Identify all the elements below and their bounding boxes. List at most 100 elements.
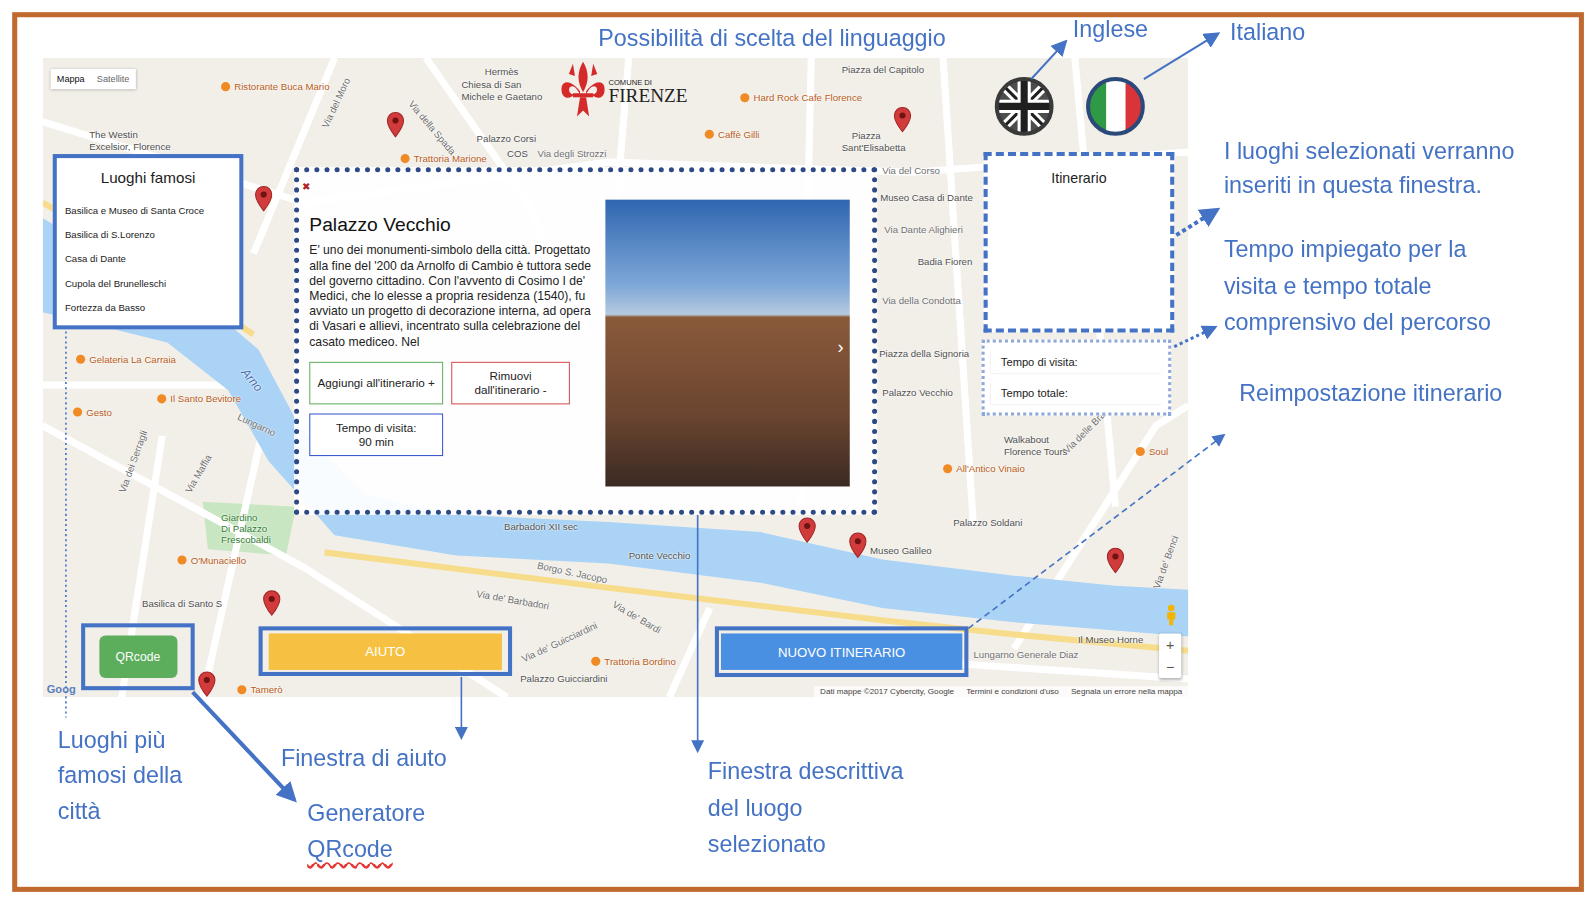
language-button[interactable] bbox=[994, 76, 1055, 137]
map-label: Michele e Gaetano bbox=[461, 91, 542, 102]
annotation-arrows bbox=[0, 0, 1590, 900]
place-actions: Aggiungi all'itinerario +Rimuovi dall'it… bbox=[309, 362, 593, 456]
map-pin-icon[interactable] bbox=[198, 671, 216, 697]
map-label: Tamerò bbox=[237, 684, 282, 695]
famous-places-panel: Luoghi famosiBasilica e Museo di Santa C… bbox=[53, 154, 244, 329]
road bbox=[943, 58, 973, 527]
map-label: All'Antico Vinaio bbox=[943, 463, 1025, 474]
map-type-button[interactable]: Mappa bbox=[51, 69, 91, 89]
help-annotation: Finestra di aiuto bbox=[281, 743, 447, 773]
map-label: Frescobaldi bbox=[221, 534, 271, 545]
map-pin-icon[interactable] bbox=[893, 106, 911, 132]
famous-place-item[interactable]: Casa di Dante bbox=[65, 247, 231, 271]
help-button[interactable]: AIUTO bbox=[269, 633, 502, 669]
famous-places-list: Basilica e Museo di Santa CroceBasilica … bbox=[65, 199, 231, 321]
close-button[interactable]: ✖ bbox=[302, 180, 310, 191]
map-label: Hard Rock Cafe Florence bbox=[740, 92, 862, 103]
new-itinerary-highlight: NUOVO ITINERARIO bbox=[715, 626, 969, 677]
italian-arrow bbox=[1144, 34, 1217, 79]
map-pin-icon[interactable] bbox=[255, 185, 273, 211]
map-label: Piazza della Signoria bbox=[879, 348, 969, 359]
map-label: Palazzo Guicciardini bbox=[520, 673, 607, 684]
map-label: Walkabout bbox=[1004, 434, 1049, 445]
next-photo-button[interactable]: › bbox=[838, 336, 844, 357]
zoom-control: +− bbox=[1159, 633, 1181, 678]
language-button[interactable] bbox=[1085, 76, 1146, 137]
itinerary-annotation: I luoghi selezionati verrannoinseriti in… bbox=[1224, 135, 1514, 202]
map-label: Via della Condotta bbox=[882, 295, 961, 306]
famous-annotation: Luoghi piùfamosi dellacittà bbox=[58, 723, 182, 829]
attribution-link[interactable]: Dati mappe ©2017 Cybercity, Google bbox=[820, 687, 954, 696]
restaurant-icon bbox=[76, 355, 85, 364]
new-itinerary-button[interactable]: NUOVO ITINERARIO bbox=[721, 633, 962, 669]
fleur-de-lis-icon bbox=[560, 60, 607, 125]
map-label: O'Munaciello bbox=[177, 554, 246, 565]
visit-time-badge: Tempo di visita:90 min bbox=[309, 414, 443, 457]
reset-arrow bbox=[968, 436, 1223, 629]
language-annotation: Possibilità di scelta del linguaggio bbox=[598, 22, 945, 52]
remove-button[interactable]: Rimuovi dall'itinerario - bbox=[451, 362, 570, 405]
map-label: Sant'Elisabetta bbox=[842, 142, 906, 153]
page: Ristorante Buca Mario Hermès Chiesa di San… bbox=[0, 0, 1590, 900]
map-label: Museo Casa di Dante bbox=[880, 192, 973, 203]
map-label: Hermès bbox=[485, 66, 519, 77]
restaurant-icon bbox=[237, 685, 246, 694]
pegman-icon[interactable] bbox=[1164, 604, 1178, 626]
park-area bbox=[203, 502, 296, 556]
map-label: Museo Galileo bbox=[870, 545, 932, 556]
restaurant-icon bbox=[705, 130, 714, 139]
map-label: COS bbox=[507, 148, 528, 159]
qr-highlight: QRcode bbox=[81, 623, 195, 690]
zoom-button[interactable]: + bbox=[1159, 633, 1181, 655]
map-pin-icon[interactable] bbox=[798, 517, 816, 543]
description-arrow bbox=[697, 515, 699, 750]
restaurant-icon bbox=[943, 464, 952, 473]
map-pin-icon[interactable] bbox=[1106, 547, 1124, 573]
map-label: Barbadori XII sec bbox=[504, 521, 578, 532]
map-label: Ristorante Buca Mario bbox=[221, 81, 329, 92]
qrcode-button[interactable]: QRcode bbox=[99, 635, 177, 678]
map-type-button[interactable]: Satellite bbox=[91, 69, 136, 89]
total-time: Tempo totale: bbox=[991, 382, 1162, 404]
place-description-window: ✖ Palazzo Vecchio E' uno dei monumenti-sim… bbox=[294, 167, 877, 515]
annotated-screenshot: Ristorante Buca Mario Hermès Chiesa di San… bbox=[0, 0, 1590, 900]
place-description: E' uno dei monumenti-simbolo della città… bbox=[309, 243, 593, 349]
map-pin-icon[interactable] bbox=[849, 532, 867, 558]
restaurant-icon bbox=[221, 82, 230, 91]
panel-title: Itinerario bbox=[988, 170, 1171, 186]
map-label: Di Palazzo bbox=[221, 523, 267, 534]
map-label: Palazzo Soldani bbox=[953, 517, 1022, 528]
attribution-link[interactable]: Termini e condizioni d'uso bbox=[966, 687, 1059, 696]
times-arrow bbox=[1174, 327, 1215, 346]
famous-place-item[interactable]: Fortezza da Basso bbox=[65, 296, 231, 320]
map-label: Piazza bbox=[852, 130, 881, 141]
place-title: Palazzo Vecchio bbox=[309, 214, 593, 236]
comune-logo: COMUNE DIFIRENZE bbox=[560, 60, 688, 125]
times-annotation: Tempo impiegato per lavisita e tempo tot… bbox=[1224, 231, 1491, 340]
map-label: Ponte Vecchio bbox=[629, 550, 691, 561]
map-label: Trattoria Bordino bbox=[591, 656, 676, 667]
famous-place-item[interactable]: Basilica di S.Lorenzo bbox=[65, 223, 231, 247]
map-label: Soul bbox=[1136, 446, 1168, 457]
language-switch bbox=[994, 76, 1146, 137]
map-label: Palazzo Vecchio bbox=[882, 387, 953, 398]
map-label: Gelateria La Carraia bbox=[76, 354, 176, 365]
english-arrow bbox=[1031, 43, 1064, 79]
restaurant-icon bbox=[73, 407, 82, 416]
map-label: Chiesa di San bbox=[461, 79, 521, 90]
road bbox=[669, 608, 710, 697]
map-label: The Westin bbox=[89, 129, 138, 140]
famous-place-item[interactable]: Basilica e Museo di Santa Croce bbox=[65, 199, 231, 223]
attribution-link[interactable]: Segnala un errore nella mappa bbox=[1071, 687, 1182, 696]
place-photo: › bbox=[605, 200, 849, 487]
map[interactable]: Ristorante Buca Mario Hermès Chiesa di San… bbox=[43, 58, 1189, 698]
add-button[interactable]: Aggiungi all'itinerario + bbox=[309, 362, 443, 405]
map-pin-icon[interactable] bbox=[263, 590, 281, 616]
map-label: Palazzo Corsi bbox=[477, 133, 536, 144]
famous-place-item[interactable]: Cupola del Brunelleschi bbox=[65, 272, 231, 296]
map-label: Il Santo Bevitore bbox=[157, 393, 241, 404]
google-logo: Goog bbox=[47, 683, 76, 695]
map-pin-icon[interactable] bbox=[386, 111, 404, 137]
qr-annotation: GeneratoreQRcode bbox=[307, 795, 425, 868]
zoom-button[interactable]: − bbox=[1159, 656, 1181, 678]
